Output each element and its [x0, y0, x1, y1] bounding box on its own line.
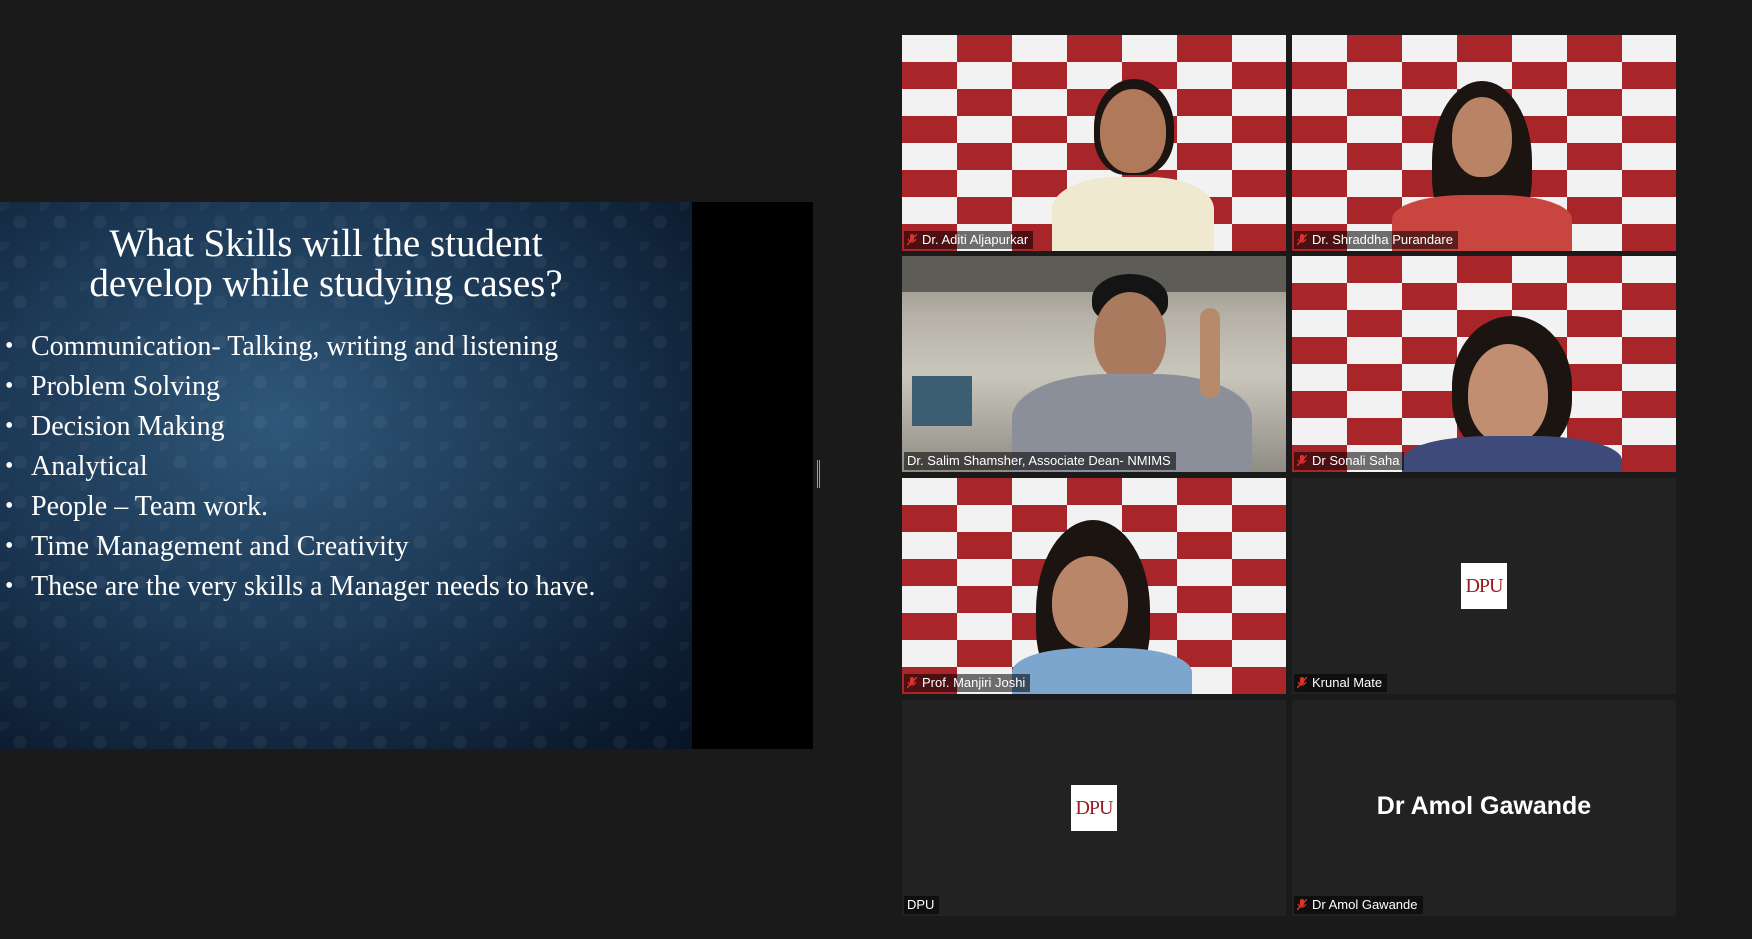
mic-muted-icon [1297, 899, 1307, 911]
mic-muted-icon [907, 677, 917, 689]
video-tile[interactable]: DPU DPU [902, 700, 1286, 916]
shelf-item [912, 376, 972, 426]
slide-bullet: • Decision Making [5, 411, 225, 442]
video-tile[interactable]: Dr Amol Gawande Dr Amol Gawande [1292, 700, 1676, 916]
participant-name-tag: Dr Amol Gawande [1294, 896, 1423, 914]
slide-title: What Skills will the student develop whi… [89, 222, 563, 305]
slide-bullet: • Problem Solving [5, 371, 221, 402]
participant-name-tag: DPU [904, 896, 940, 914]
participant-body [1052, 177, 1214, 251]
participant-display-name: Dr Amol Gawande [1376, 792, 1592, 820]
video-tile[interactable]: DPU Krunal Mate [1292, 478, 1676, 694]
slide-bullet-list: • Communication- Talking, writing and lis… [0, 330, 660, 610]
participant-name-tag: Krunal Mate [1294, 674, 1388, 692]
resize-handle[interactable] [817, 460, 820, 488]
video-tile-active-speaker[interactable]: Dr. Salim Shamsher, Associate Dean- NMIM… [902, 256, 1286, 472]
participant-name-tag: Dr. Salim Shamsher, Associate Dean- NMIM… [904, 452, 1176, 470]
video-tile[interactable]: Dr. Aditi Aljapurkar [902, 35, 1286, 251]
participant-body [1402, 436, 1622, 472]
participant-hand [1200, 308, 1220, 398]
dpu-logo: DPU [1461, 563, 1507, 609]
mic-muted-icon [907, 234, 917, 246]
cabinet [902, 256, 1286, 292]
mic-muted-icon [1297, 455, 1307, 467]
video-tile[interactable]: Dr Sonali Saha [1292, 256, 1676, 472]
slide-bullet: • People – Team work. [5, 491, 269, 522]
participant-name-tag: Prof. Manjiri Joshi [904, 674, 1031, 692]
slide-bullet: • Analytical [5, 451, 148, 482]
slide-letterbox [692, 202, 813, 749]
participant-name-tag: Dr. Shraddha Purandare [1294, 231, 1458, 249]
participant-name-tag: Dr Sonali Saha [1294, 452, 1405, 470]
slide-bullet: • Time Management and Creativity [5, 531, 409, 562]
participant-face [1052, 556, 1128, 648]
participant-name-tag: Dr. Aditi Aljapurkar [904, 231, 1034, 249]
participant-face [1452, 97, 1512, 177]
slide-bullet: • Communication- Talking, writing and lis… [5, 331, 559, 362]
dpu-logo: DPU [1071, 785, 1117, 831]
participant-body [1012, 648, 1192, 694]
participant-face [1468, 344, 1548, 444]
video-tile[interactable]: Prof. Manjiri Joshi [902, 478, 1286, 694]
slide-bullet: • These are the very skills a Manager nee… [5, 571, 596, 602]
participant-face [1094, 292, 1166, 382]
mic-muted-icon [1297, 677, 1307, 689]
mic-muted-icon [1297, 234, 1307, 246]
video-tile[interactable]: Dr. Shraddha Purandare [1292, 35, 1676, 251]
shared-slide: What Skills will the student develop whi… [0, 202, 692, 749]
participant-face [1100, 89, 1166, 173]
